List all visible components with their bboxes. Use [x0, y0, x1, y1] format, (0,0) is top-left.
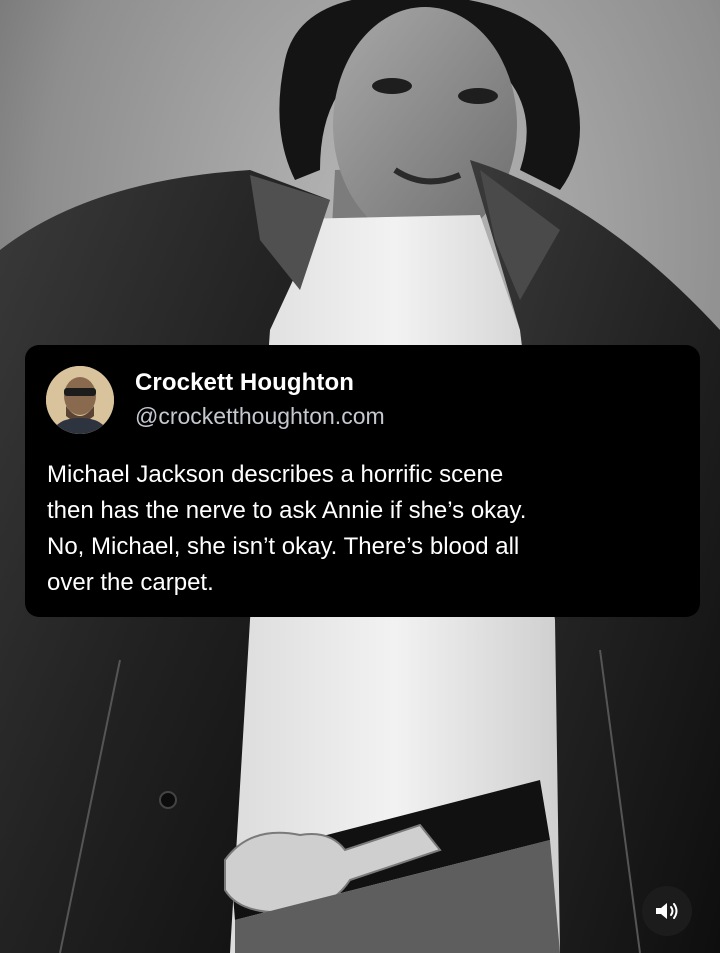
post-text: Michael Jackson describes a horrific sce… [47, 457, 687, 601]
speaker-volume-icon [656, 903, 678, 919]
post-text-line: No, Michael, she isn’t okay. There’s blo… [47, 533, 520, 560]
post-screenshot: Crockett Houghton @crocketthoughton.com … [0, 0, 720, 953]
post-text-line: Michael Jackson describes a horrific sce… [47, 461, 504, 488]
avatar[interactable] [46, 366, 114, 434]
author-name[interactable]: Crockett Houghton [135, 369, 354, 397]
post-text-line: over the carpet. [47, 569, 214, 596]
post-text-line: then has the nerve to ask Annie if she’s… [47, 497, 527, 524]
post-card: Crockett Houghton @crocketthoughton.com … [25, 345, 700, 617]
author-handle[interactable]: @crocketthoughton.com [135, 403, 385, 430]
sound-toggle-button[interactable] [642, 886, 692, 936]
